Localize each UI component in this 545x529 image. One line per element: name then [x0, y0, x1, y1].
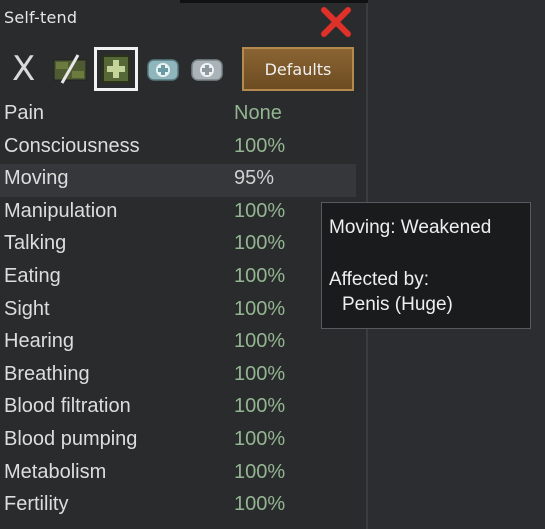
capacity-row-metabolism[interactable]: Metabolism 100% [0, 458, 356, 491]
capacity-label: Breathing [4, 362, 90, 385]
herbal-medicine-icon [102, 55, 130, 83]
no-care-icon[interactable] [52, 54, 88, 84]
capacity-label: Manipulation [4, 199, 118, 222]
capacity-value: 100% [234, 395, 286, 418]
capacity-row-hearing[interactable]: Hearing 100% [0, 327, 356, 360]
window-top-edge [180, 0, 368, 3]
capacity-value: 100% [234, 362, 286, 385]
health-panel: Self-tend X Defaults Pain None Conscious… [0, 0, 368, 529]
medicine-icon[interactable] [146, 58, 180, 82]
window-title: Self-tend [4, 8, 78, 27]
clear-button[interactable]: X [12, 52, 35, 86]
tooltip: Moving: Weakened Affected by: Penis (Hug… [321, 202, 531, 329]
capacity-label: Eating [4, 264, 61, 287]
capacity-row-sight[interactable]: Sight 100% [0, 295, 356, 328]
capacity-value: 100% [234, 297, 286, 320]
capacity-label: Moving [4, 167, 69, 190]
capacity-label: Talking [4, 232, 67, 255]
tooltip-title: Moving: Weakened [329, 217, 492, 238]
screen: Self-tend X Defaults Pain None Conscious… [0, 0, 545, 529]
capacity-value: None [234, 102, 282, 124]
capacity-row-breathing[interactable]: Breathing 100% [0, 360, 356, 393]
capacity-label: Blood filtration [4, 395, 131, 418]
capacity-value: 100% [234, 330, 286, 353]
tooltip-affected-item: Penis (Huge) [342, 294, 453, 315]
capacity-value: 100% [234, 199, 286, 222]
close-icon[interactable] [318, 4, 354, 40]
capacity-row-blood-filtration[interactable]: Blood filtration 100% [0, 392, 356, 425]
capacity-row-blood-pumping[interactable]: Blood pumping 100% [0, 425, 356, 458]
capacity-label: Pain [4, 102, 45, 124]
capacities-list: Pain None Consciousness 100% Moving 95% … [0, 99, 356, 523]
capacity-row-consciousness[interactable]: Consciousness 100% [0, 132, 356, 165]
tooltip-affected-heading: Affected by: [329, 269, 429, 290]
capacity-value: 100% [234, 134, 286, 157]
capacity-value: 100% [234, 232, 286, 255]
defaults-button[interactable]: Defaults [242, 47, 354, 91]
capacity-value: 95% [234, 167, 275, 190]
capacity-label: Metabolism [4, 460, 107, 483]
capacity-label: Fertility [4, 493, 69, 516]
best-medicine-icon[interactable] [190, 58, 224, 82]
capacity-row-fertility[interactable]: Fertility 100% [0, 490, 356, 523]
basic-care-icon[interactable] [94, 47, 138, 91]
capacity-value: 100% [234, 460, 286, 483]
capacity-label: Blood pumping [4, 427, 138, 450]
capacity-row-manipulation[interactable]: Manipulation 100% [0, 197, 356, 230]
capacity-row-eating[interactable]: Eating 100% [0, 262, 356, 295]
capacity-row-moving[interactable]: Moving 95% [0, 164, 356, 197]
capacity-label: Hearing [4, 330, 75, 353]
capacity-row-talking[interactable]: Talking 100% [0, 229, 356, 262]
capacity-value: 100% [234, 264, 286, 287]
capacity-value: 100% [234, 427, 286, 450]
capacity-label: Sight [4, 297, 50, 320]
capacity-value: 100% [234, 493, 286, 516]
capacity-row-pain[interactable]: Pain None [0, 99, 356, 132]
capacity-label: Consciousness [4, 134, 140, 157]
